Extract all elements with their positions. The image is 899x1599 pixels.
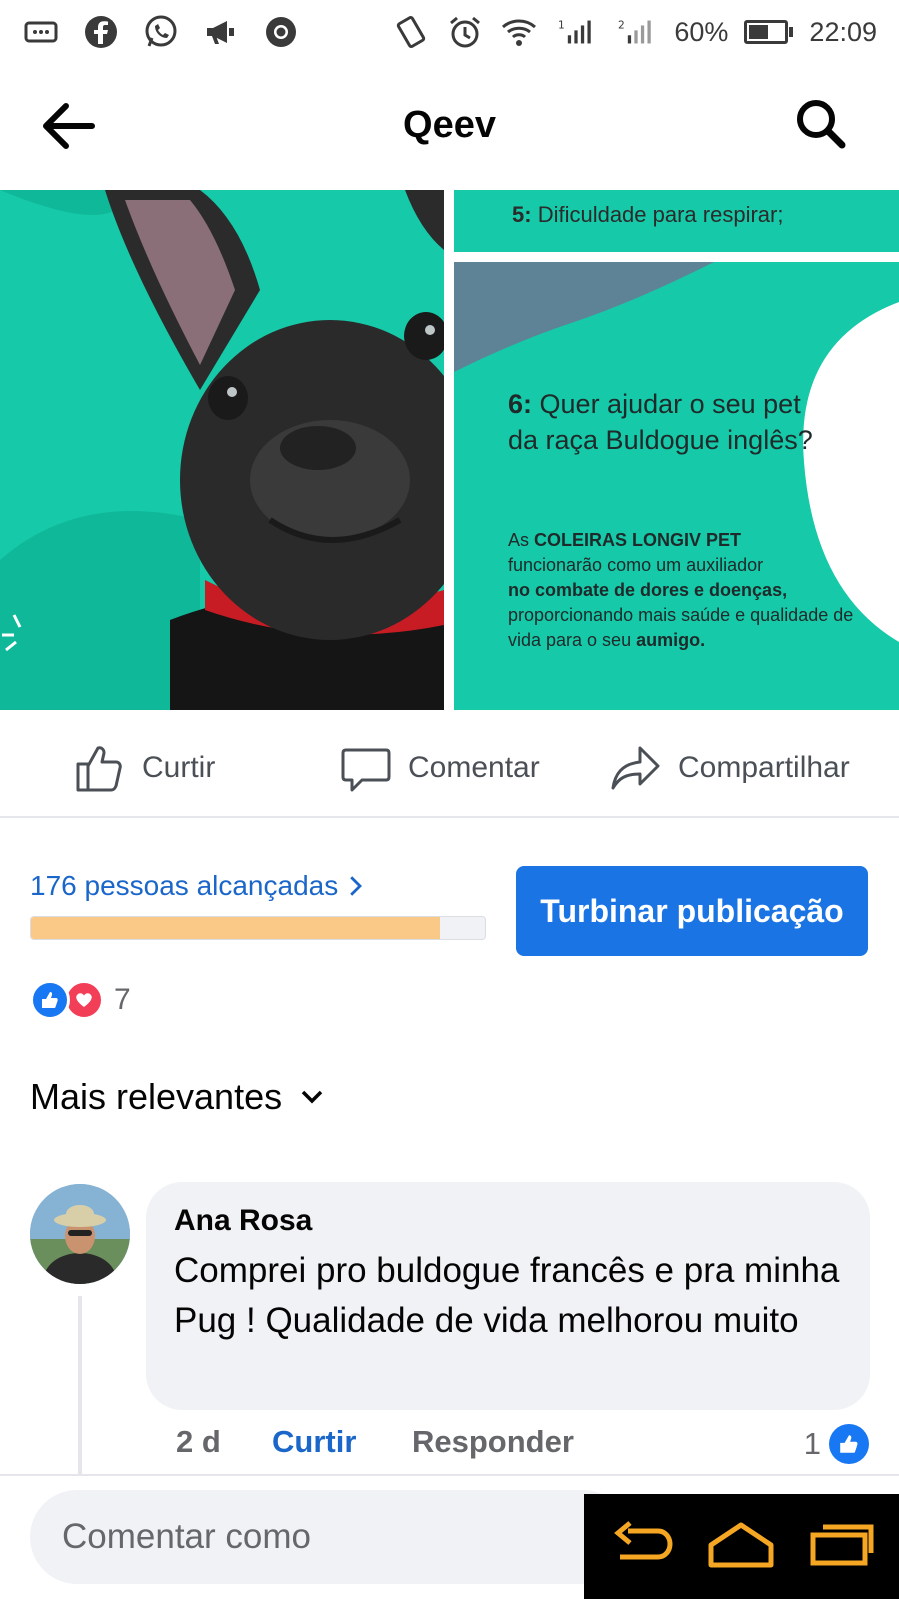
- share-button[interactable]: Compartilhar: [610, 738, 850, 798]
- comment-author[interactable]: Ana Rosa: [174, 1204, 842, 1238]
- slide-paragraph: As COLEIRAS LONGIV PET funcionarão como …: [508, 530, 854, 650]
- whatsapp-icon: [142, 13, 180, 51]
- search-icon[interactable]: [793, 96, 849, 152]
- nav-recents-icon[interactable]: [805, 1519, 877, 1574]
- svg-text:1: 1: [558, 19, 565, 32]
- chrome-icon: [262, 13, 300, 51]
- comment-input[interactable]: Comentar como: [30, 1490, 630, 1584]
- comment-sort-dropdown[interactable]: Mais relevantes: [30, 1076, 324, 1118]
- comment-text: Comprei pro buldogue francês e pra minha…: [174, 1251, 840, 1340]
- megaphone-icon: [202, 13, 240, 51]
- page-title: Qeev: [403, 103, 496, 146]
- like-reaction-icon: [30, 980, 70, 1020]
- clock: 22:09: [809, 16, 877, 47]
- back-arrow-icon[interactable]: [38, 98, 98, 154]
- battery-icon: [744, 20, 794, 44]
- comment-like-button[interactable]: Curtir: [272, 1424, 412, 1460]
- avatar[interactable]: [30, 1184, 130, 1284]
- signal-icon: 2: [614, 13, 658, 51]
- messages-icon: [22, 13, 60, 51]
- comment-button[interactable]: Comentar: [340, 738, 540, 798]
- like-button[interactable]: Curtir: [74, 738, 215, 798]
- reaction-count: 7: [114, 983, 131, 1016]
- svg-text:2: 2: [618, 19, 625, 32]
- wifi-icon: [500, 13, 538, 51]
- slide-text-top: 5: Dificuldade para respirar;: [454, 190, 899, 252]
- like-reaction-icon: [829, 1424, 869, 1464]
- post-action-bar: Curtir Comentar Compartilhar: [0, 718, 899, 818]
- facebook-icon: [82, 13, 120, 51]
- chevron-right-icon: [350, 876, 363, 896]
- status-bar: 1 2 60% 22:09: [0, 0, 899, 64]
- comment-like-count[interactable]: 1: [804, 1424, 869, 1464]
- share-arrow-icon: [611, 746, 660, 790]
- alarm-icon: [446, 13, 484, 51]
- divider: [0, 1474, 899, 1476]
- signal-icon: 1: [554, 13, 598, 51]
- comment-bubble[interactable]: Ana Rosa Comprei pro buldogue francês e …: [146, 1182, 870, 1410]
- comment-reply-button[interactable]: Responder: [412, 1424, 574, 1460]
- comment-meta: 2 d Curtir Responder: [176, 1424, 574, 1460]
- system-nav-bar: [584, 1494, 899, 1599]
- nav-home-icon[interactable]: [705, 1519, 777, 1574]
- nav-back-icon[interactable]: [606, 1519, 678, 1574]
- post-media[interactable]: 5: Dificuldade para respirar; 6: Quer aj…: [0, 190, 899, 710]
- thumbs-up-icon: [76, 746, 122, 792]
- chevron-down-icon: [301, 1090, 323, 1104]
- reaction-summary[interactable]: 7: [30, 980, 131, 1020]
- thread-line: [78, 1296, 82, 1476]
- dog-photo[interactable]: [0, 190, 444, 710]
- comment-bubble-icon: [341, 748, 391, 792]
- comment-time: 2 d: [176, 1424, 221, 1459]
- reach-link[interactable]: 176 pessoas alcançadas: [30, 870, 364, 902]
- boost-post-button[interactable]: Turbinar publicação: [516, 866, 868, 956]
- slide-question: 6: Quer ajudar o seu pet da raça Buldogu…: [508, 389, 813, 455]
- app-header: Qeev: [0, 78, 899, 172]
- vibrate-icon: [392, 13, 430, 51]
- slide-text-main[interactable]: 6: Quer ajudar o seu pet da raça Buldogu…: [454, 262, 899, 710]
- love-reaction-icon: [64, 980, 104, 1020]
- battery-percent: 60%: [674, 16, 729, 47]
- reach-progress-bar: [30, 916, 486, 940]
